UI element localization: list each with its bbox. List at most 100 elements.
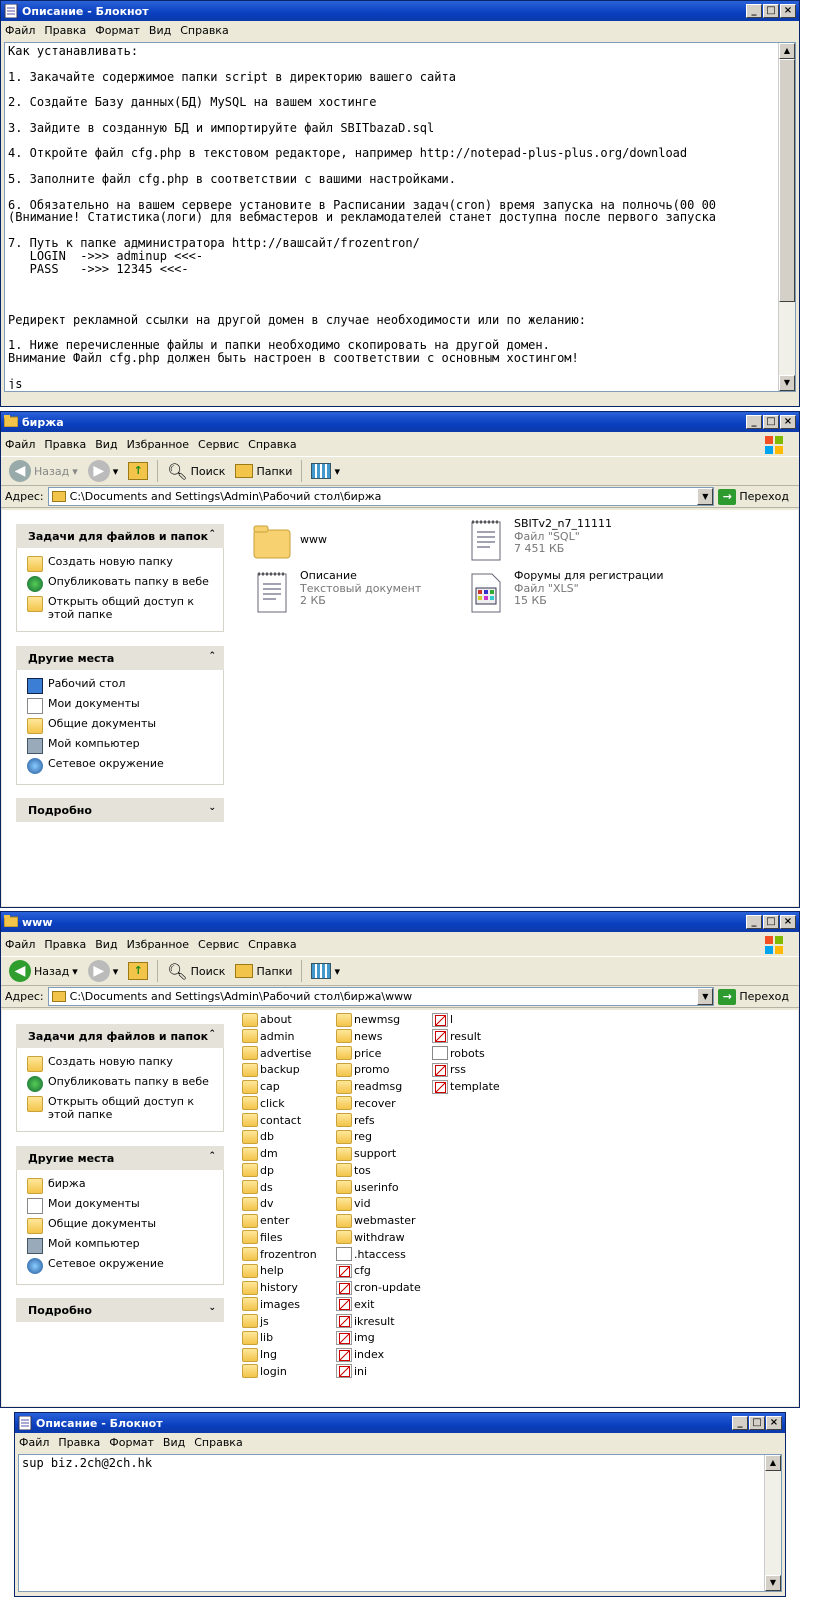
address-input[interactable]: C:\Documents and Settings\Admin\Рабочий … [47, 987, 715, 1006]
document-text[interactable]: Как устанавливать: 1. Закачайте содержим… [8, 45, 775, 389]
folder-item[interactable]: promo [336, 1062, 389, 1077]
menu-tools[interactable]: Сервис [198, 938, 239, 951]
folder-item[interactable]: db [242, 1129, 274, 1144]
maximize-button[interactable]: □ [763, 415, 779, 429]
folder-item[interactable]: login [242, 1364, 287, 1379]
close-button[interactable]: × [780, 915, 796, 929]
task-publish-web[interactable]: Опубликовать папку в вебе [27, 1075, 215, 1092]
folder-item[interactable]: help [242, 1263, 284, 1278]
vertical-scrollbar[interactable]: ▲ ▼ [764, 1455, 781, 1591]
forward-button[interactable]: ▶ ▾ [84, 459, 123, 483]
file-item-xls[interactable]: Форумы для регистрации Файл "XLS" 15 КБ [466, 569, 664, 614]
folder-item[interactable]: enter [242, 1213, 289, 1228]
scroll-down-button[interactable]: ▼ [779, 375, 795, 391]
menu-view[interactable]: Вид [149, 24, 171, 37]
folder-item[interactable]: about [242, 1012, 292, 1027]
address-dropdown[interactable]: ▼ [697, 988, 714, 1005]
menu-format[interactable]: Формат [109, 1436, 154, 1449]
folder-item[interactable]: refs [336, 1113, 375, 1128]
menu-edit[interactable]: Правка [44, 938, 86, 951]
menu-file[interactable]: Файл [5, 24, 35, 37]
menu-favorites[interactable]: Избранное [127, 938, 189, 951]
menu-help[interactable]: Справка [194, 1436, 242, 1449]
panel-header[interactable]: Подробно ⌄ [16, 1298, 224, 1322]
go-button[interactable]: → Переход [718, 488, 795, 505]
close-button[interactable]: × [780, 415, 796, 429]
search-button[interactable]: 🔍︎ Поиск [163, 959, 229, 983]
folder-item[interactable]: dv [242, 1196, 274, 1211]
place-network[interactable]: Сетевое окружение [27, 757, 215, 774]
folder-item[interactable]: contact [242, 1113, 301, 1128]
menu-view[interactable]: Вид [95, 438, 117, 451]
file-item[interactable]: template [432, 1079, 500, 1094]
search-button[interactable]: 🔍︎ Поиск [163, 459, 229, 483]
folder-item[interactable]: vid [336, 1196, 371, 1211]
forward-button[interactable]: ▶ ▾ [84, 959, 123, 983]
place-desktop[interactable]: Рабочий стол [27, 677, 215, 694]
minimize-button[interactable]: _ [746, 915, 762, 929]
place-shared-documents[interactable]: Общие документы [27, 717, 215, 734]
file-item-sql[interactable]: SBITv2_n7_11111 Файл "SQL" 7 451 КБ [466, 517, 612, 562]
minimize-button[interactable]: _ [746, 4, 762, 18]
file-item[interactable]: cron-update [336, 1280, 421, 1295]
place-shared-documents[interactable]: Общие документы [27, 1217, 215, 1234]
folder-item[interactable]: advertise [242, 1046, 311, 1061]
file-item[interactable]: l [432, 1012, 453, 1027]
maximize-button[interactable]: □ [763, 4, 779, 18]
folder-item[interactable]: ds [242, 1180, 273, 1195]
folder-item[interactable]: backup [242, 1062, 300, 1077]
folder-item[interactable]: click [242, 1096, 285, 1111]
title-bar[interactable]: Описание - Блокнот _ □ × [15, 1413, 785, 1433]
file-item[interactable]: ikresult [336, 1314, 395, 1329]
collapse-icon[interactable]: ⌃ [208, 529, 216, 539]
menu-format[interactable]: Формат [95, 24, 140, 37]
menu-edit[interactable]: Правка [58, 1436, 100, 1449]
back-button[interactable]: ◀ Назад ▾ [5, 459, 82, 483]
close-button[interactable]: × [766, 1416, 782, 1430]
title-bar[interactable]: www _ □ × [1, 912, 799, 932]
maximize-button[interactable]: □ [763, 915, 779, 929]
menu-file[interactable]: Файл [5, 438, 35, 451]
place-my-computer[interactable]: Мой компьютер [27, 737, 215, 754]
title-bar[interactable]: Описание - Блокнот _ □ × [1, 1, 799, 21]
folder-item[interactable]: tos [336, 1163, 371, 1178]
task-publish-web[interactable]: Опубликовать папку в вебе [27, 575, 215, 592]
file-item[interactable]: rss [432, 1062, 466, 1077]
place-my-documents[interactable]: Мои документы [27, 1197, 215, 1214]
expand-icon[interactable]: ⌄ [208, 803, 216, 813]
folder-item[interactable]: userinfo [336, 1180, 399, 1195]
menu-edit[interactable]: Правка [44, 438, 86, 451]
file-item-description[interactable]: Описание Текстовый документ 2 КБ [252, 569, 421, 614]
menu-favorites[interactable]: Избранное [127, 438, 189, 451]
panel-header[interactable]: Подробно ⌄ [16, 798, 224, 822]
file-item[interactable]: cfg [336, 1263, 371, 1278]
minimize-button[interactable]: _ [746, 415, 762, 429]
place-my-documents[interactable]: Мои документы [27, 697, 215, 714]
folder-item[interactable]: lib [242, 1330, 273, 1345]
scroll-down-button[interactable]: ▼ [765, 1575, 781, 1591]
vertical-scrollbar[interactable]: ▲ ▼ [778, 43, 795, 391]
menu-edit[interactable]: Правка [44, 24, 86, 37]
folder-item[interactable]: withdraw [336, 1230, 405, 1245]
collapse-icon[interactable]: ⌃ [208, 1029, 216, 1039]
file-item[interactable]: img [336, 1330, 375, 1345]
file-item[interactable]: .htaccess [336, 1247, 406, 1262]
panel-header[interactable]: Задачи для файлов и папок ⌃ [16, 524, 224, 548]
folder-item[interactable]: lng [242, 1347, 277, 1362]
back-button[interactable]: ◀ Назад ▾ [5, 959, 82, 983]
menu-help[interactable]: Справка [248, 438, 296, 451]
up-button[interactable]: ↑ [124, 959, 152, 983]
file-item[interactable]: ini [336, 1364, 367, 1379]
views-button[interactable]: ▾ [307, 459, 344, 483]
folder-item[interactable]: frozentron [242, 1247, 317, 1262]
scroll-up-button[interactable]: ▲ [779, 43, 795, 59]
folder-item[interactable]: price [336, 1046, 381, 1061]
task-new-folder[interactable]: Создать новую папку [27, 1055, 215, 1072]
folder-item[interactable]: reg [336, 1129, 372, 1144]
folder-item[interactable]: webmaster [336, 1213, 416, 1228]
folder-item[interactable]: js [242, 1314, 269, 1329]
collapse-icon[interactable]: ⌃ [208, 1151, 216, 1161]
maximize-button[interactable]: □ [749, 1416, 765, 1430]
folder-item[interactable]: readmsg [336, 1079, 402, 1094]
file-item[interactable]: robots [432, 1046, 485, 1061]
